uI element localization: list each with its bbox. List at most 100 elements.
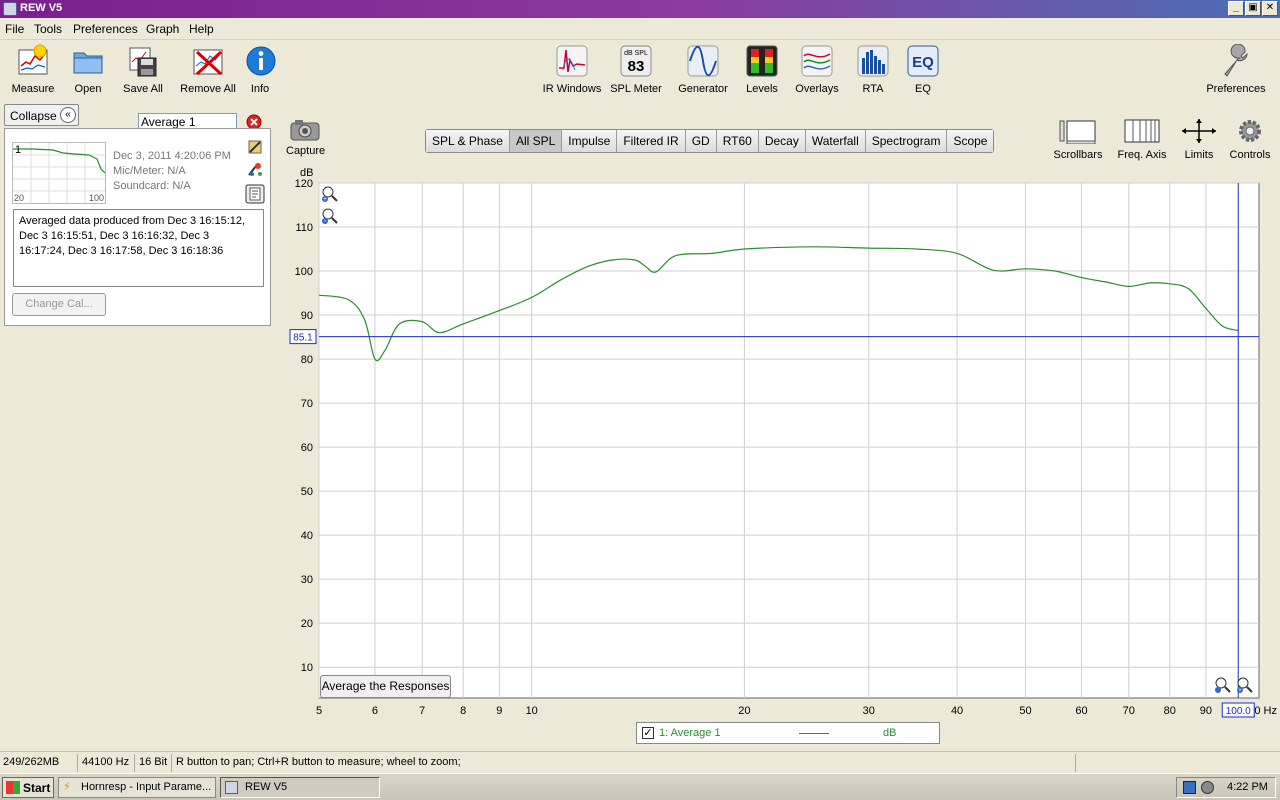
menu-preferences[interactable]: Preferences bbox=[73, 22, 138, 36]
info-button[interactable]: Info bbox=[244, 44, 276, 95]
controls-button[interactable]: Controls bbox=[1226, 118, 1274, 161]
x-tick-label: 90 bbox=[1200, 705, 1212, 717]
start-label: Start bbox=[23, 781, 51, 795]
folder-icon bbox=[73, 52, 103, 74]
change-cal-button[interactable]: Change Cal... bbox=[12, 293, 106, 316]
edit-icon[interactable] bbox=[247, 139, 263, 155]
ir-windows-label: IR Windows bbox=[542, 83, 602, 95]
x-tick-label: 80 bbox=[1164, 705, 1176, 717]
eq-button[interactable]: EQ EQ bbox=[905, 44, 941, 95]
x-tick-label: 5 bbox=[316, 705, 322, 717]
cursor-y-readout: 85.1 bbox=[293, 333, 313, 344]
y-tick-label: 40 bbox=[301, 530, 313, 542]
limits-label: Limits bbox=[1184, 149, 1214, 161]
measurement-soundcard: Soundcard: N/A bbox=[113, 180, 191, 192]
y-tick-label: 10 bbox=[301, 662, 313, 674]
tab-rt60[interactable]: RT60 bbox=[716, 130, 759, 152]
open-button[interactable]: Open bbox=[68, 44, 108, 95]
remove-icon bbox=[193, 49, 223, 76]
measurement-thumbnail[interactable]: 1 20 100 bbox=[12, 142, 106, 204]
save-all-button[interactable]: Save All bbox=[120, 44, 166, 95]
generator-label: Generator bbox=[678, 83, 728, 95]
x-tick-label: 20 bbox=[738, 705, 750, 717]
tab-filtered-ir[interactable]: Filtered IR bbox=[617, 130, 686, 152]
collapse-button[interactable]: Collapse « bbox=[4, 104, 79, 126]
eq-label: EQ bbox=[915, 83, 931, 95]
scrollbars-button[interactable]: Scrollbars bbox=[1050, 118, 1106, 161]
start-button[interactable]: Start bbox=[2, 777, 54, 798]
levels-button[interactable]: Levels bbox=[742, 44, 782, 95]
rta-button[interactable]: RTA bbox=[855, 44, 891, 95]
preferences-button[interactable]: Preferences bbox=[1204, 43, 1268, 95]
measurement-date: Dec 3, 2011 4:20:06 PM bbox=[113, 150, 231, 162]
measure-button[interactable]: Measure bbox=[10, 44, 56, 95]
y-tick-label: 110 bbox=[295, 222, 313, 234]
notes-icon[interactable] bbox=[245, 184, 265, 204]
freq-axis-button[interactable]: Freq. Axis bbox=[1114, 118, 1170, 161]
tab-decay[interactable]: Decay bbox=[758, 130, 806, 152]
window-title: REW V5 bbox=[20, 2, 63, 14]
legend-unit: dB bbox=[883, 727, 897, 739]
clock-tray-icon[interactable] bbox=[1201, 781, 1214, 794]
tab-impulse[interactable]: Impulse bbox=[562, 130, 618, 152]
preferences-label: Preferences bbox=[1206, 83, 1266, 95]
x-tick-label: 8 bbox=[460, 705, 466, 717]
maximize-button[interactable]: ▣ bbox=[1245, 1, 1261, 16]
menu-file[interactable]: File bbox=[5, 22, 24, 36]
tab-waterfall[interactable]: Waterfall bbox=[805, 130, 866, 152]
limits-button[interactable]: Limits bbox=[1176, 118, 1222, 161]
controls-label: Controls bbox=[1229, 149, 1271, 161]
x-tick-label: 30 bbox=[863, 705, 875, 717]
y-tick-label: 20 bbox=[301, 618, 313, 630]
windows-logo-icon bbox=[6, 781, 20, 794]
x-axis: 5 6 7 8 9 10 20 30 40 50 60 70 80 90 10 Hz bbox=[316, 705, 1277, 717]
tab-scope[interactable]: Scope bbox=[947, 130, 994, 152]
x-tick-label: 7 bbox=[419, 705, 425, 717]
capture-label: Capture bbox=[286, 145, 326, 157]
y-tick-label: 90 bbox=[301, 310, 313, 322]
remove-all-button[interactable]: Remove All bbox=[178, 44, 238, 95]
remove-all-label: Remove All bbox=[180, 83, 236, 95]
open-label: Open bbox=[74, 83, 102, 95]
overlays-button[interactable]: Overlays bbox=[794, 44, 840, 95]
task-rew-label: REW V5 bbox=[245, 781, 288, 793]
y-axis-label: dB bbox=[300, 167, 313, 179]
ir-windows-button[interactable]: IR Windows bbox=[540, 44, 604, 95]
minimize-button[interactable]: _ bbox=[1228, 1, 1244, 16]
menu-graph[interactable]: Graph bbox=[146, 22, 179, 36]
spl-meter-value: 83 bbox=[628, 58, 645, 75]
info-label: Info bbox=[250, 83, 270, 95]
menu-help[interactable]: Help bbox=[189, 22, 214, 36]
spl-graph[interactable]: 10 20 30 40 50 60 70 80 90 100 110 120 5 6 7 8 9 10 20 30 4… bbox=[280, 164, 1280, 720]
x-tick-label: 40 bbox=[951, 705, 963, 717]
limits-icon bbox=[1182, 119, 1216, 143]
close-button[interactable]: ✕ bbox=[1262, 1, 1278, 16]
tab-gd[interactable]: GD bbox=[685, 130, 717, 152]
camera-icon bbox=[290, 120, 320, 141]
task-rew[interactable]: REW V5 bbox=[220, 777, 380, 798]
y-tick-label: 80 bbox=[301, 354, 313, 366]
average-responses-button[interactable]: Average the Responses bbox=[320, 675, 451, 698]
spl-meter-button[interactable]: dB SPL 83 SPL Meter bbox=[608, 44, 664, 95]
legend: ✓ 1: Average 1 dB bbox=[636, 722, 940, 744]
freq-axis-icon bbox=[1124, 119, 1160, 143]
tab-spl-phase[interactable]: SPL & Phase bbox=[426, 130, 510, 152]
tab-spectrogram[interactable]: Spectrogram bbox=[865, 130, 948, 152]
freq-axis-label: Freq. Axis bbox=[1117, 149, 1167, 161]
plot-area[interactable] bbox=[318, 182, 1260, 699]
calibration-icon[interactable] bbox=[247, 162, 263, 178]
network-icon[interactable] bbox=[1183, 781, 1196, 794]
hornresp-icon: ⚡ bbox=[63, 781, 71, 793]
generator-button[interactable]: Generator bbox=[676, 44, 730, 95]
legend-checkbox[interactable]: ✓ bbox=[642, 727, 654, 739]
sample-rate: 44100 Hz bbox=[82, 756, 130, 768]
save-all-label: Save All bbox=[123, 83, 163, 95]
status-bar: 249/262MB 44100 Hz 16 Bit R button to pa… bbox=[0, 751, 1280, 773]
double-chevron-left-icon: « bbox=[60, 107, 76, 123]
measurement-notes[interactable]: Averaged data produced from Dec 3 16:15:… bbox=[13, 209, 264, 287]
tab-all-spl[interactable]: All SPL bbox=[509, 130, 563, 152]
task-hornresp[interactable]: ⚡ Hornresp - Input Parame... bbox=[58, 777, 216, 798]
capture-button[interactable]: Capture bbox=[286, 118, 326, 157]
memory-usage: 249/262MB bbox=[3, 756, 60, 768]
menu-tools[interactable]: Tools bbox=[34, 22, 62, 36]
